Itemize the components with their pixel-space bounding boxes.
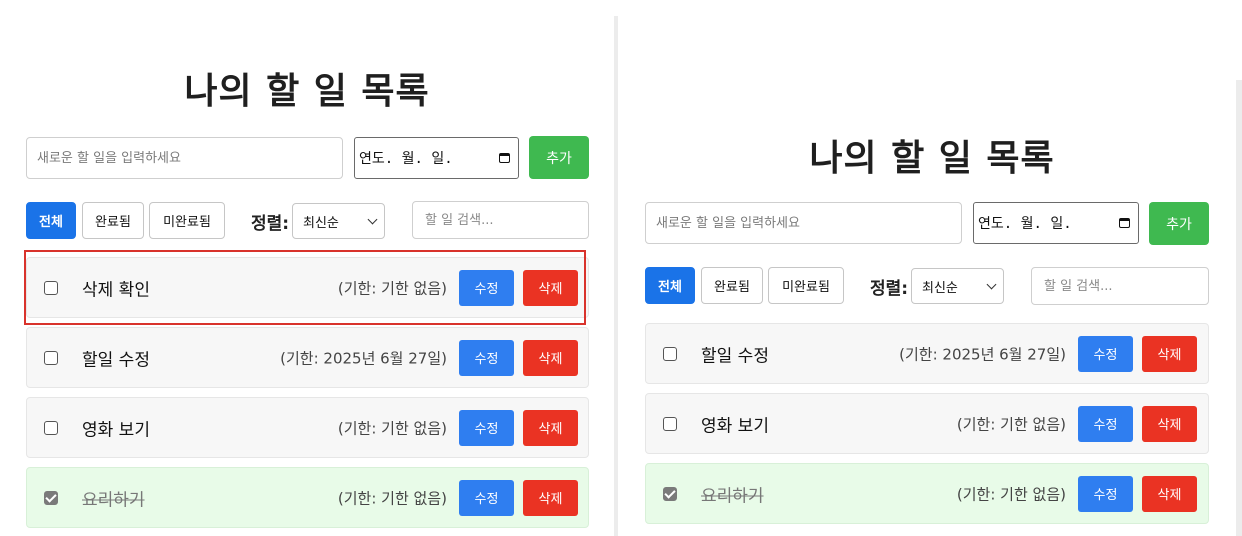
- edit-button[interactable]: 수정: [1078, 335, 1133, 372]
- task-row: 할일 수정 (기한: 2025년 6월 27일) 수정 삭제: [645, 323, 1209, 384]
- task-row-completed: 요리하기 (기한: 기한 없음) 수정 삭제: [26, 467, 589, 528]
- filter-all-button[interactable]: 전체: [645, 267, 695, 304]
- page-title: 나의 할 일 목록: [809, 138, 1055, 179]
- add-button[interactable]: 추가: [529, 136, 589, 179]
- delete-button[interactable]: 삭제: [523, 479, 578, 516]
- task-text: 할일 수정: [701, 346, 769, 366]
- edit-button[interactable]: 수정: [1078, 405, 1133, 442]
- task-deadline: (기한: 기한 없음): [337, 419, 447, 437]
- task-checkbox[interactable]: [44, 350, 58, 365]
- search-input[interactable]: [412, 201, 589, 239]
- edit-button[interactable]: 수정: [459, 339, 514, 376]
- task-text: 영화 보기: [701, 416, 769, 436]
- task-deadline: (기한: 기한 없음): [337, 489, 447, 507]
- before-panel: 나의 할 일 목록 연도. 월. 일. 추가 전체 완료됨 미완료됨 정렬: 최…: [0, 0, 614, 536]
- calendar-icon[interactable]: [1119, 218, 1130, 228]
- task-text: 요리하기: [82, 490, 145, 510]
- task-row-completed: 요리하기 (기한: 기한 없음) 수정 삭제: [645, 463, 1209, 524]
- task-text: 요리하기: [701, 486, 764, 506]
- sort-select[interactable]: 최신순: [292, 203, 385, 239]
- delete-button[interactable]: 삭제: [1142, 335, 1197, 372]
- task-text: 영화 보기: [82, 420, 150, 440]
- task-deadline: (기한: 기한 없음): [956, 485, 1066, 503]
- date-value: 연도. 월. 일.: [359, 151, 453, 167]
- filter-incomplete-button[interactable]: 미완료됨: [149, 202, 225, 239]
- new-task-input[interactable]: [26, 137, 343, 179]
- task-checkbox[interactable]: [663, 346, 677, 361]
- task-row: 영화 보기 (기한: 기한 없음) 수정 삭제: [645, 393, 1209, 454]
- edit-button[interactable]: 수정: [459, 409, 514, 446]
- date-value: 연도. 월. 일.: [978, 216, 1072, 232]
- filter-completed-button[interactable]: 완료됨: [82, 202, 144, 239]
- sort-value: 최신순: [303, 215, 339, 231]
- panel-divider: [614, 16, 618, 536]
- after-panel: 나의 할 일 목록 연도. 월. 일. 추가 전체 완료됨 미완료됨 정렬: 최…: [622, 80, 1242, 536]
- new-task-input[interactable]: [645, 202, 962, 244]
- task-checkbox[interactable]: [44, 420, 58, 435]
- task-checkbox-checked[interactable]: [663, 486, 677, 501]
- delete-button[interactable]: 삭제: [523, 339, 578, 376]
- due-date-input[interactable]: 연도. 월. 일.: [973, 202, 1139, 244]
- chevron-down-icon: [986, 279, 997, 289]
- due-date-input[interactable]: 연도. 월. 일.: [354, 137, 519, 179]
- task-text: 할일 수정: [82, 350, 150, 370]
- search-input[interactable]: [1031, 267, 1209, 305]
- task-checkbox[interactable]: [663, 416, 677, 431]
- edit-button[interactable]: 수정: [459, 479, 514, 516]
- task-row: 영화 보기 (기한: 기한 없음) 수정 삭제: [26, 397, 589, 458]
- task-deadline: (기한: 2025년 6월 27일): [899, 345, 1066, 363]
- task-deadline: (기한: 기한 없음): [956, 415, 1066, 433]
- panel-scroll-edge: [1236, 80, 1242, 536]
- sort-label: 정렬:: [251, 214, 290, 234]
- task-row: 할일 수정 (기한: 2025년 6월 27일) 수정 삭제: [26, 327, 589, 388]
- delete-button[interactable]: 삭제: [1142, 405, 1197, 442]
- filter-completed-button[interactable]: 완료됨: [701, 267, 763, 304]
- edit-button[interactable]: 수정: [1078, 475, 1133, 512]
- page-title: 나의 할 일 목록: [184, 71, 430, 112]
- sort-value: 최신순: [922, 280, 958, 296]
- task-deadline: (기한: 2025년 6월 27일): [280, 349, 447, 367]
- sort-select[interactable]: 최신순: [911, 268, 1004, 304]
- add-button[interactable]: 추가: [1149, 202, 1209, 245]
- delete-button[interactable]: 삭제: [523, 409, 578, 446]
- filter-incomplete-button[interactable]: 미완료됨: [768, 267, 844, 304]
- calendar-icon[interactable]: [499, 153, 510, 163]
- chevron-down-icon: [367, 214, 378, 224]
- filter-all-button[interactable]: 전체: [26, 202, 76, 239]
- highlight-box: [24, 250, 586, 325]
- delete-button[interactable]: 삭제: [1142, 475, 1197, 512]
- sort-label: 정렬:: [870, 279, 909, 299]
- task-checkbox-checked[interactable]: [44, 490, 58, 505]
